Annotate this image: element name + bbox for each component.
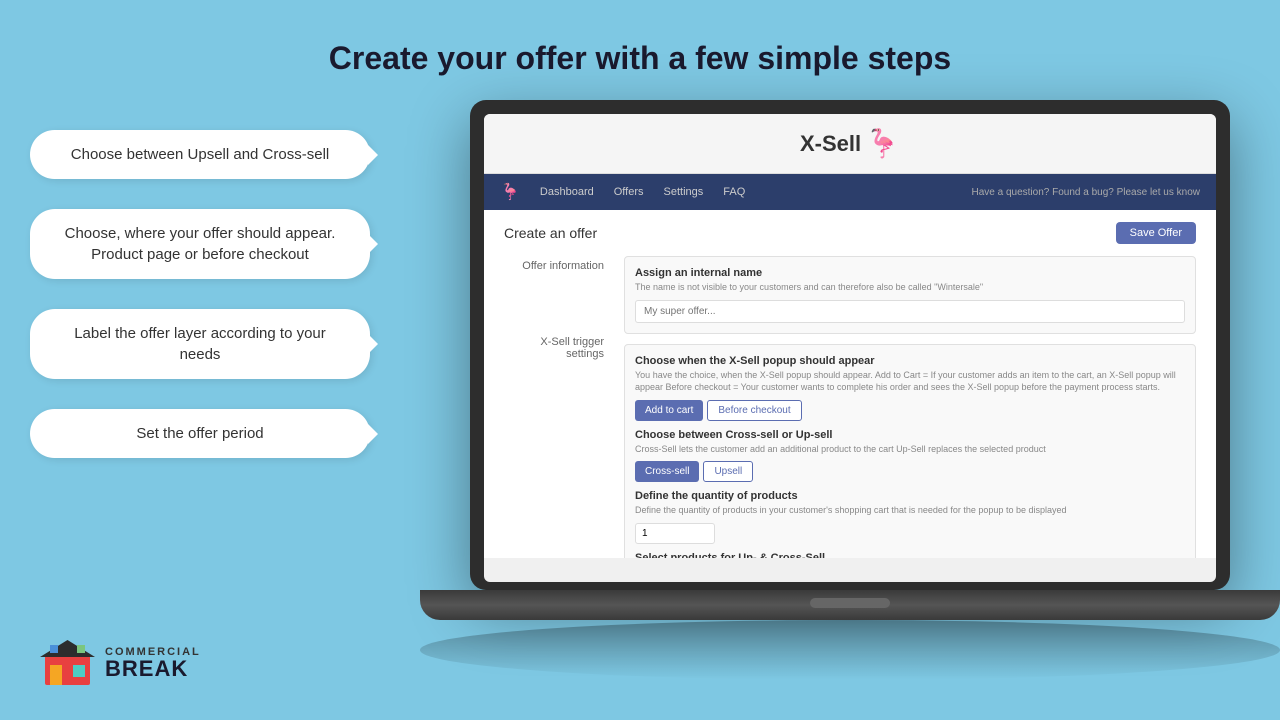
upsell-button[interactable]: Upsell xyxy=(703,461,753,482)
select-products-block: Select products for Up- & Cross-Sell Dec… xyxy=(635,552,1185,558)
laptop-base xyxy=(420,590,1280,620)
trigger-settings-section: Choose when the X-Sell popup should appe… xyxy=(624,344,1196,558)
brand-icon-svg xyxy=(40,635,95,690)
bubble-3: Label the offer layer according to your … xyxy=(30,309,370,379)
internal-name-desc: The name is not visible to your customer… xyxy=(635,281,1185,294)
brand-break-text: BREAK xyxy=(105,658,201,680)
create-offer-header: Create an offer Save Offer xyxy=(504,222,1196,244)
qty-input[interactable] xyxy=(635,523,715,544)
page-title: Create your offer with a few simple step… xyxy=(0,0,1280,77)
app-nav: 🦩 Dashboard Offers Settings FAQ Have a q… xyxy=(484,174,1216,210)
trigger-timing-label: Choose when the X-Sell popup should appe… xyxy=(635,355,1185,367)
cross-upsell-desc: Cross-Sell lets the customer add an addi… xyxy=(635,443,1185,456)
laptop-wrapper: X-Sell 🦩 🦩 Dashboard Offers Settings FAQ… xyxy=(470,100,1230,650)
cross-upsell-buttons: Cross-sell Upsell xyxy=(635,461,1185,482)
nav-settings[interactable]: Settings xyxy=(664,186,704,198)
screen-content: X-Sell 🦩 🦩 Dashboard Offers Settings FAQ… xyxy=(484,114,1216,582)
app-body: Create an offer Save Offer Offer informa… xyxy=(484,210,1216,558)
trigger-timing-block: Choose when the X-Sell popup should appe… xyxy=(635,355,1185,421)
internal-name-input[interactable] xyxy=(635,300,1185,323)
bubbles-container: Choose between Upsell and Cross-sell Cho… xyxy=(30,130,370,458)
quantity-block: Define the quantity of products Define t… xyxy=(635,490,1185,544)
qty-label: Define the quantity of products xyxy=(635,490,1185,502)
select-products-label: Select products for Up- & Cross-Sell xyxy=(635,552,1185,558)
logo-bird-icon: 🦩 xyxy=(865,127,900,160)
qty-desc: Define the quantity of products in your … xyxy=(635,504,1185,517)
nav-dashboard[interactable]: Dashboard xyxy=(540,186,594,198)
section-contents: Assign an internal name The name is not … xyxy=(624,256,1196,558)
brand-text: COMMERCIAL BREAK xyxy=(105,646,201,680)
cross-upsell-label: Choose between Cross-sell or Up-sell xyxy=(635,429,1185,441)
nav-help-text: Have a question? Found a bug? Please let… xyxy=(972,187,1201,198)
nav-faq[interactable]: FAQ xyxy=(723,186,745,198)
brand-logo: COMMERCIAL BREAK xyxy=(40,635,201,690)
internal-name-label: Assign an internal name xyxy=(635,267,1185,279)
laptop-shadow xyxy=(420,620,1280,680)
trigger-label: X-Sell trigger settings xyxy=(504,332,604,360)
create-offer-title: Create an offer xyxy=(504,225,597,241)
offer-sections: Offer information X-Sell trigger setting… xyxy=(504,256,1196,558)
trigger-timing-desc: You have the choice, when the X-Sell pop… xyxy=(635,369,1185,394)
nav-offers[interactable]: Offers xyxy=(614,186,644,198)
bubble-2: Choose, where your offer should appear. … xyxy=(30,209,370,279)
app-logo-area: X-Sell 🦩 xyxy=(484,114,1216,174)
cross-upsell-block: Choose between Cross-sell or Up-sell Cro… xyxy=(635,429,1185,483)
trigger-timing-buttons: Add to cart Before checkout xyxy=(635,400,1185,421)
bubble-4: Set the offer period xyxy=(30,409,370,458)
bubble-1: Choose between Upsell and Cross-sell xyxy=(30,130,370,179)
app-logo-text: X-Sell xyxy=(800,131,861,157)
before-checkout-button[interactable]: Before checkout xyxy=(707,400,801,421)
add-to-cart-button[interactable]: Add to cart xyxy=(635,400,703,421)
offer-info-section: Assign an internal name The name is not … xyxy=(624,256,1196,334)
crosssell-button[interactable]: Cross-sell xyxy=(635,461,699,482)
offer-info-label: Offer information xyxy=(504,256,604,272)
section-labels: Offer information X-Sell trigger setting… xyxy=(504,256,614,558)
nav-logo-icon: 🦩 xyxy=(500,182,520,202)
laptop-screen: X-Sell 🦩 🦩 Dashboard Offers Settings FAQ… xyxy=(470,100,1230,590)
save-offer-button[interactable]: Save Offer xyxy=(1116,222,1196,244)
